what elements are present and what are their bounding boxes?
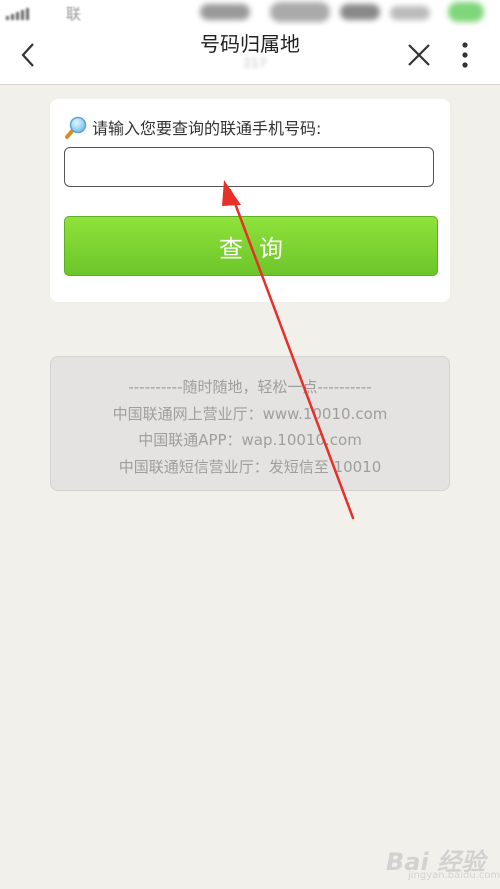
blurred-status-item xyxy=(340,4,380,20)
signal-icon xyxy=(6,8,29,20)
watermark: Bai 经验 jingyan.baidu.com xyxy=(386,842,500,881)
blurred-status-item xyxy=(200,4,250,20)
more-options-button[interactable] xyxy=(452,38,478,72)
info-sms-hall: 中国联通短信营业厅：发短信至 10010 xyxy=(118,457,382,476)
close-button[interactable] xyxy=(404,40,434,70)
close-icon xyxy=(408,44,430,66)
info-web-hall: 中国联通网上营业厅：www.10010.com xyxy=(112,404,388,423)
magnifier-icon xyxy=(65,116,87,139)
query-card: 请输入您要查询的联通手机号码: 查询 xyxy=(50,99,450,302)
more-vertical-icon xyxy=(462,42,468,68)
top-nav-bar: 号码归属地 217 xyxy=(0,26,500,85)
blurred-status-item xyxy=(390,6,430,20)
carrier-label: 联 xyxy=(66,5,82,23)
page-subtitle: 217 xyxy=(243,56,267,70)
info-box: ----------随时随地，轻松一点---------- 中国联通网上营业厅：… xyxy=(50,356,450,491)
query-prompt: 请输入您要查询的联通手机号码: xyxy=(64,115,321,139)
battery-icon xyxy=(448,2,484,22)
query-button[interactable]: 查询 xyxy=(64,216,438,276)
blurred-status-item xyxy=(270,2,330,22)
info-app: 中国联通APP：wap.10010.com xyxy=(138,431,362,449)
status-bar: 联 xyxy=(0,0,500,26)
info-slogan: ----------随时随地，轻松一点---------- xyxy=(128,378,372,396)
prompt-label: 请输入您要查询的联通手机号码: xyxy=(92,119,322,138)
phone-number-input[interactable] xyxy=(64,147,434,187)
watermark-url: jingyan.baidu.com xyxy=(408,870,500,881)
